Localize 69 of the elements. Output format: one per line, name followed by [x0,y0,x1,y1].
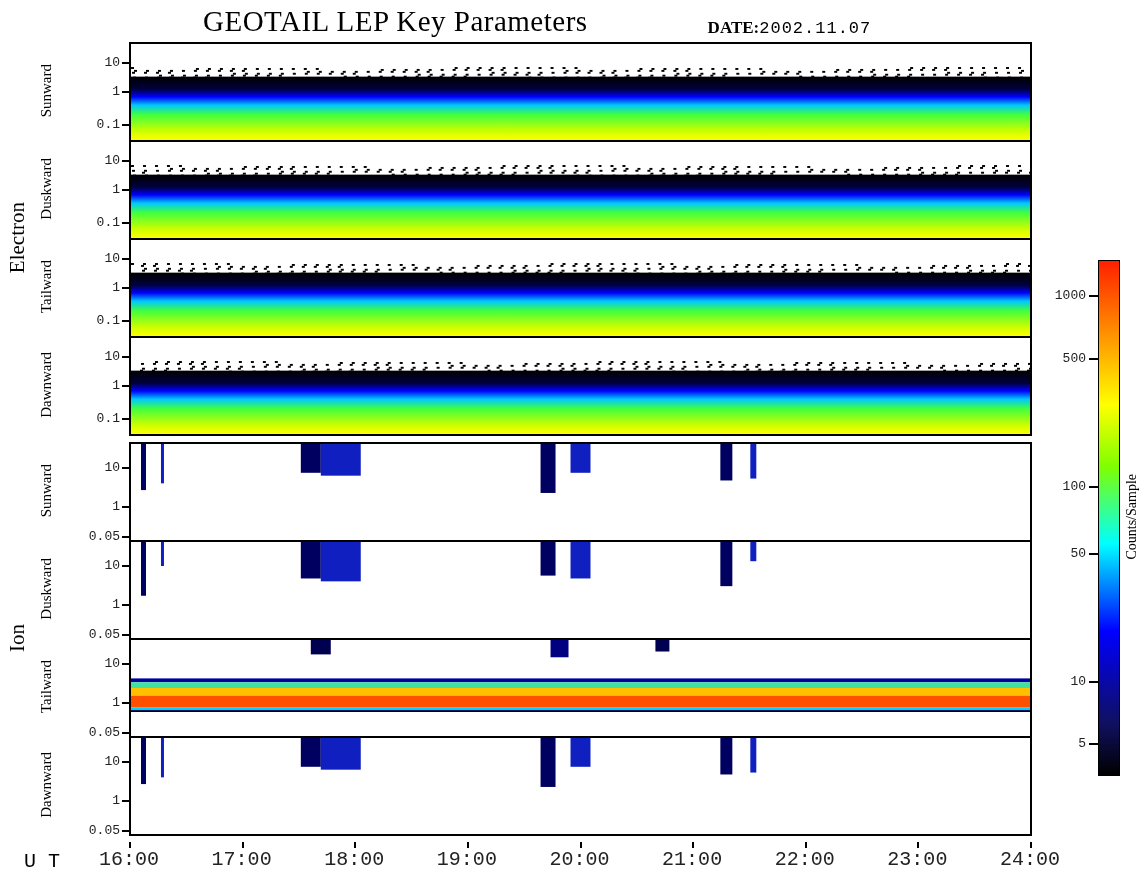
colorbar-tick-label: 5 [1078,736,1086,750]
axis-tick-label: 10 [104,656,120,669]
axis-tick-label: 1 [112,695,120,709]
axis-tick-label: 10 [104,460,120,473]
axis-tick-label: 1 [112,182,120,196]
axis-tick-label: 1 [112,499,120,513]
colorbar-label: Counts/Sample [1124,474,1140,560]
panel-label: Tailward [37,260,55,314]
chart-title: GEOTAIL LEP Key Parameters [203,5,588,38]
axis-tick-label: 16:00 [99,850,159,870]
axis-tick-label: 0.05 [88,529,120,543]
panel-label: Duskward [37,158,55,220]
axis-tick-label: 18:00 [324,850,385,870]
axis-tick-label: 10 [104,558,120,571]
colorbar-tick-label: 50 [1070,546,1086,560]
group-label: Electron [4,202,30,274]
tick-mark [466,842,469,848]
tick-mark [917,842,920,848]
axis-tick-label: 1 [112,378,120,392]
panel-label: Dawnward [37,352,55,418]
panel-label: Duskward [37,558,55,620]
tick-mark [1089,743,1098,746]
axis-tick-label: 0.1 [96,117,120,131]
colorbar-tick-label: 100 [1062,479,1086,493]
tick-mark [1089,357,1098,360]
axis-tick-label: 22:00 [774,850,835,870]
tick-mark [241,842,244,848]
axis-tick-label: 21:00 [662,850,723,870]
axis-tick-label: 0.05 [88,725,120,739]
axis-tick-label: 1 [112,280,120,294]
axis-tick-label: 10 [104,349,120,363]
axis-tick-label: 0.1 [96,215,120,229]
date-label: DATE: [707,18,760,38]
axis-tick-label: 0.1 [96,313,120,327]
axis-tick-label: 19:00 [436,850,497,870]
tick-mark [354,842,357,848]
axis-tick-label: 20:00 [549,850,610,870]
axis-label: U T [23,849,61,875]
axis-tick-label: 0.1 [96,411,120,425]
axis-tick-label: 10 [104,251,120,265]
axis-tick-label: 0.05 [88,823,120,837]
axis-tick-label: 24:00 [1000,850,1060,870]
panel-label: Sunward [37,464,55,518]
tick-mark [579,842,582,848]
panel-label: Dawnward [37,752,55,818]
tick-mark [1030,842,1032,848]
panel-label: Tailward [37,660,55,714]
tick-mark [692,842,695,848]
colorbar-tick-label: 10 [1070,674,1086,688]
axis-tick-label: 23:00 [887,850,948,870]
axis-tick-label: 10 [104,55,120,69]
group-label: Ion [4,624,30,652]
tick-mark [804,842,807,848]
axis-tick-label: 1 [112,84,120,98]
tick-mark [1089,681,1098,684]
colorbar-tick-label: 500 [1062,351,1086,365]
tick-mark [1089,486,1098,489]
axis-tick-label: 17:00 [211,850,272,870]
tick-mark [1089,294,1098,297]
axis-tick-label: 1 [112,793,120,807]
panel-label: Sunward [37,64,55,118]
axis-tick-label: 1 [112,597,120,611]
colorbar-tick-label: 1000 [1054,288,1086,302]
date-value: 2002.11.07 [759,19,872,38]
tick-mark [129,842,131,848]
tick-mark [1089,552,1098,555]
axis-tick-label: 10 [104,153,120,167]
axis-tick-label: 0.05 [88,627,120,641]
axis-tick-label: 10 [104,754,120,767]
